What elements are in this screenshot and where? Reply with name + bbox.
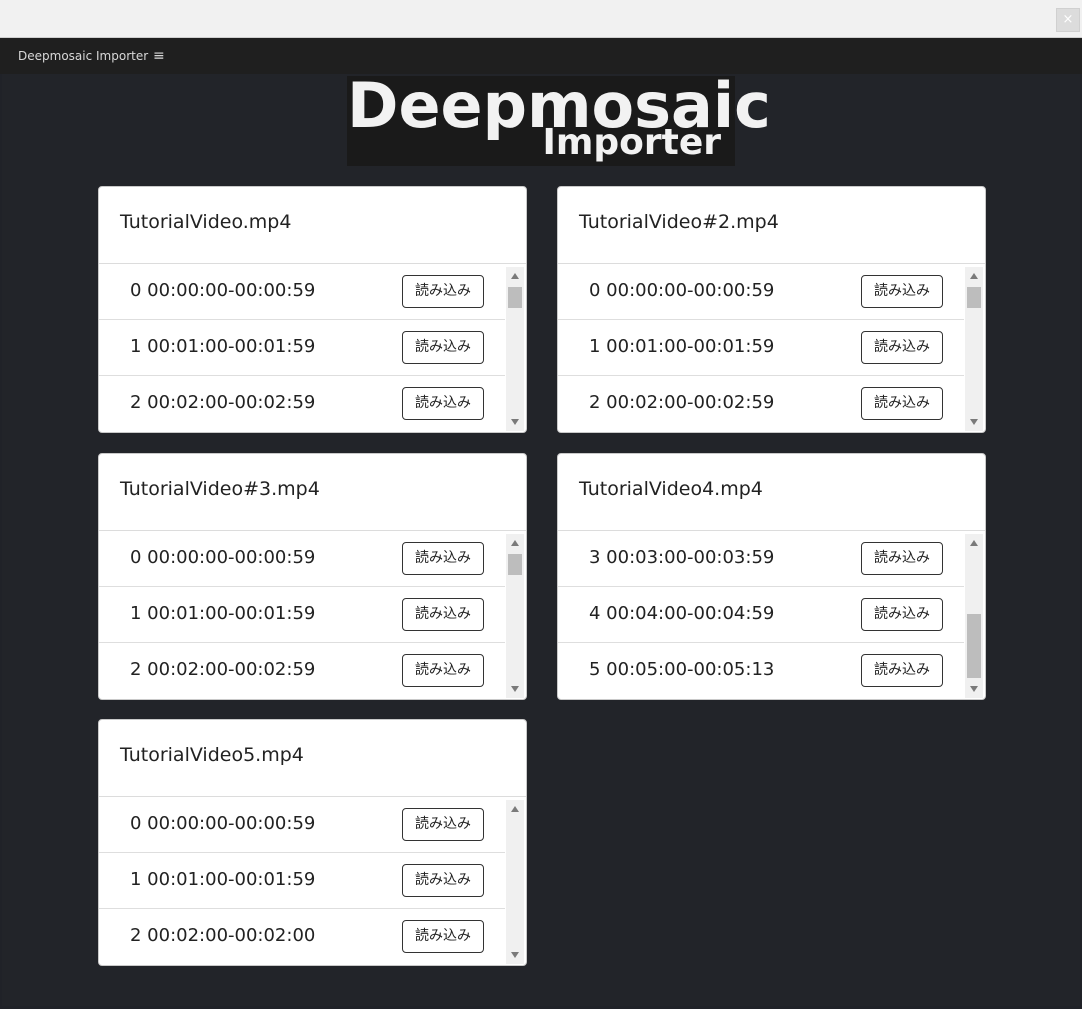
segment-row: 1 00:01:00-00:01:59 読み込み bbox=[99, 320, 505, 376]
window-titlebar: × bbox=[0, 0, 1082, 38]
load-button[interactable]: 読み込み bbox=[861, 331, 943, 364]
load-button[interactable]: 読み込み bbox=[402, 864, 484, 897]
load-button[interactable]: 読み込み bbox=[861, 654, 943, 687]
load-button[interactable]: 読み込み bbox=[861, 275, 943, 308]
card-header: TutorialVideo4.mp4 bbox=[558, 454, 985, 531]
segment-row: 1 00:01:00-00:01:59 読み込み bbox=[558, 320, 964, 376]
segment-row: 0 00:00:00-00:00:59 読み込み bbox=[99, 264, 505, 320]
video-filename: TutorialVideo4.mp4 bbox=[579, 478, 763, 500]
segment-row: 0 00:00:00-00:00:59 読み込み bbox=[99, 797, 505, 853]
scrollbar[interactable] bbox=[506, 267, 524, 431]
segment-label: 0 00:00:00-00:00:59 bbox=[589, 280, 775, 301]
segment-label: 4 00:04:00-00:04:59 bbox=[589, 603, 775, 624]
scrollbar-thumb[interactable] bbox=[967, 614, 981, 678]
scroll-down-arrow-icon[interactable] bbox=[511, 419, 519, 425]
segment-row: 2 00:02:00-00:02:59 読み込み bbox=[99, 643, 505, 699]
video-card: TutorialVideo#3.mp4 0 00:00:00-00:00:59 … bbox=[98, 453, 527, 700]
segment-row: 0 00:00:00-00:00:59 読み込み bbox=[99, 531, 505, 587]
video-filename: TutorialVideo#2.mp4 bbox=[579, 211, 779, 233]
segment-row: 5 00:05:00-00:05:13 読み込み bbox=[558, 643, 964, 699]
segment-row: 4 00:04:00-00:04:59 読み込み bbox=[558, 587, 964, 643]
segment-label: 2 00:02:00-00:02:59 bbox=[130, 392, 316, 413]
scrollbar[interactable] bbox=[965, 267, 983, 431]
scrollbar-thumb[interactable] bbox=[508, 287, 522, 308]
load-button[interactable]: 読み込み bbox=[402, 542, 484, 575]
segment-list: 0 00:00:00-00:00:59 読み込み 1 00:01:00-00:0… bbox=[99, 264, 505, 432]
load-button[interactable]: 読み込み bbox=[402, 920, 484, 953]
scrollbar[interactable] bbox=[506, 534, 524, 698]
load-button[interactable]: 読み込み bbox=[861, 542, 943, 575]
scroll-down-arrow-icon[interactable] bbox=[511, 686, 519, 692]
card-header: TutorialVideo5.mp4 bbox=[99, 720, 526, 797]
scroll-down-arrow-icon[interactable] bbox=[511, 952, 519, 958]
segment-row: 1 00:01:00-00:01:59 読み込み bbox=[99, 853, 505, 909]
card-header: TutorialVideo#3.mp4 bbox=[99, 454, 526, 531]
segment-list: 3 00:03:00-00:03:59 読み込み 4 00:04:00-00:0… bbox=[558, 531, 964, 699]
video-card: TutorialVideo4.mp4 3 00:03:00-00:03:59 読… bbox=[557, 453, 986, 700]
card-header: TutorialVideo#2.mp4 bbox=[558, 187, 985, 264]
load-button[interactable]: 読み込み bbox=[402, 387, 484, 420]
segment-label: 1 00:01:00-00:01:59 bbox=[589, 336, 775, 357]
segment-label: 3 00:03:00-00:03:59 bbox=[589, 547, 775, 568]
card-header: TutorialVideo.mp4 bbox=[99, 187, 526, 264]
segment-label: 2 00:02:00-00:02:00 bbox=[130, 925, 316, 946]
segment-label: 2 00:02:00-00:02:59 bbox=[130, 659, 316, 680]
scroll-up-arrow-icon[interactable] bbox=[511, 540, 519, 546]
segment-label: 1 00:01:00-00:01:59 bbox=[130, 336, 316, 357]
scrollbar-thumb[interactable] bbox=[508, 554, 522, 575]
scrollbar[interactable] bbox=[506, 800, 524, 964]
segment-label: 1 00:01:00-00:01:59 bbox=[130, 603, 316, 624]
segment-row: 2 00:02:00-00:02:59 読み込み bbox=[99, 376, 505, 432]
logo-subtitle: Importer bbox=[542, 122, 721, 163]
segment-label: 0 00:00:00-00:00:59 bbox=[130, 547, 316, 568]
segment-row: 3 00:03:00-00:03:59 読み込み bbox=[558, 531, 964, 587]
logo: Deepmosaic Importer bbox=[347, 74, 771, 166]
video-filename: TutorialVideo.mp4 bbox=[120, 211, 292, 233]
scroll-down-arrow-icon[interactable] bbox=[970, 419, 978, 425]
scroll-up-arrow-icon[interactable] bbox=[970, 540, 978, 546]
segment-list: 0 00:00:00-00:00:59 読み込み 1 00:01:00-00:0… bbox=[558, 264, 964, 432]
load-button[interactable]: 読み込み bbox=[402, 275, 484, 308]
load-button[interactable]: 読み込み bbox=[861, 387, 943, 420]
close-button[interactable]: × bbox=[1056, 8, 1080, 32]
menu-icon[interactable]: ≡ bbox=[153, 48, 165, 64]
load-button[interactable]: 読み込み bbox=[861, 598, 943, 631]
segment-row: 2 00:02:00-00:02:59 読み込み bbox=[558, 376, 964, 432]
segment-label: 0 00:00:00-00:00:59 bbox=[130, 813, 316, 834]
segment-label: 5 00:05:00-00:05:13 bbox=[589, 659, 775, 680]
scrollbar-thumb[interactable] bbox=[967, 287, 981, 308]
video-filename: TutorialVideo5.mp4 bbox=[120, 744, 304, 766]
segment-label: 0 00:00:00-00:00:59 bbox=[130, 280, 316, 301]
segment-row: 2 00:02:00-00:02:00 読み込み bbox=[99, 909, 505, 965]
load-button[interactable]: 読み込み bbox=[402, 808, 484, 841]
segment-list: 0 00:00:00-00:00:59 読み込み 1 00:01:00-00:0… bbox=[99, 797, 505, 965]
load-button[interactable]: 読み込み bbox=[402, 331, 484, 364]
load-button[interactable]: 読み込み bbox=[402, 598, 484, 631]
segment-list: 0 00:00:00-00:00:59 読み込み 1 00:01:00-00:0… bbox=[99, 531, 505, 699]
segment-label: 2 00:02:00-00:02:59 bbox=[589, 392, 775, 413]
scroll-up-arrow-icon[interactable] bbox=[511, 273, 519, 279]
load-button[interactable]: 読み込み bbox=[402, 654, 484, 687]
scroll-up-arrow-icon[interactable] bbox=[511, 806, 519, 812]
video-card: TutorialVideo.mp4 0 00:00:00-00:00:59 読み… bbox=[98, 186, 527, 433]
scroll-down-arrow-icon[interactable] bbox=[970, 686, 978, 692]
segment-label: 1 00:01:00-00:01:59 bbox=[130, 869, 316, 890]
video-card: TutorialVideo#2.mp4 0 00:00:00-00:00:59 … bbox=[557, 186, 986, 433]
panel-title: Deepmosaic Importer bbox=[18, 49, 149, 63]
scrollbar[interactable] bbox=[965, 534, 983, 698]
scroll-up-arrow-icon[interactable] bbox=[970, 273, 978, 279]
video-filename: TutorialVideo#3.mp4 bbox=[120, 478, 320, 500]
segment-row: 1 00:01:00-00:01:59 読み込み bbox=[99, 587, 505, 643]
video-card: TutorialVideo5.mp4 0 00:00:00-00:00:59 読… bbox=[98, 719, 527, 966]
segment-row: 0 00:00:00-00:00:59 読み込み bbox=[558, 264, 964, 320]
